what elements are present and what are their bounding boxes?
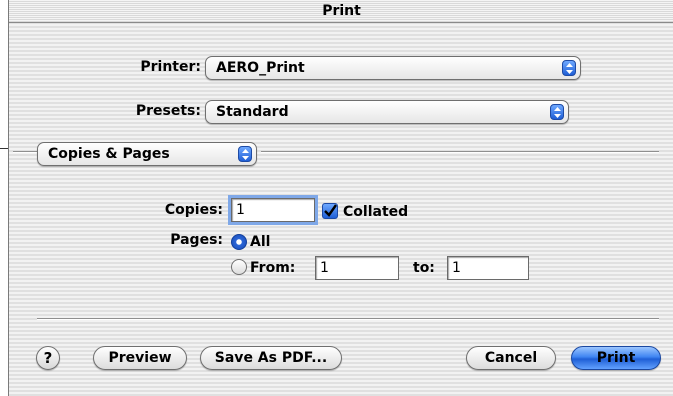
pages-all-radio[interactable] <box>231 234 247 250</box>
presets-label: Presets: <box>135 103 201 119</box>
printer-value: AERO_Print <box>216 60 305 76</box>
copies-field[interactable]: 1 <box>228 195 318 225</box>
window-title: Print <box>322 3 361 19</box>
preview-button[interactable]: Preview <box>93 346 187 370</box>
popup-arrows-icon <box>550 104 564 120</box>
print-dialog: Print Printer: AERO_Print Presets: Stand… <box>8 0 673 396</box>
pages-from-label[interactable]: From: <box>250 260 295 276</box>
printer-popup[interactable]: AERO_Print <box>205 56 581 80</box>
checkmark-icon <box>324 204 337 217</box>
printer-label: Printer: <box>140 59 201 75</box>
save-as-pdf-button[interactable]: Save As PDF... <box>200 346 342 370</box>
collated-checkbox[interactable] <box>322 203 338 219</box>
title-bar[interactable]: Print <box>9 0 673 23</box>
panel-divider-left <box>13 151 37 153</box>
panel-popup[interactable]: Copies & Pages <box>37 142 257 166</box>
pages-to-label: to: <box>413 260 435 276</box>
panel-divider-right <box>261 151 659 153</box>
print-button[interactable]: Print <box>571 346 661 370</box>
presets-value: Standard <box>216 104 289 120</box>
pages-from-radio[interactable] <box>231 259 247 275</box>
presets-popup[interactable]: Standard <box>205 100 569 124</box>
panel-value: Copies & Pages <box>48 146 170 162</box>
copies-label: Copies: <box>164 202 223 218</box>
cancel-button[interactable]: Cancel <box>466 346 556 370</box>
pages-from-field[interactable]: 1 <box>315 256 399 280</box>
pages-all-label[interactable]: All <box>250 234 270 250</box>
help-button[interactable]: ? <box>36 346 60 370</box>
collated-label[interactable]: Collated <box>343 204 408 220</box>
popup-arrows-icon <box>238 146 252 162</box>
popup-arrows-icon <box>562 60 576 76</box>
pages-to-field[interactable]: 1 <box>447 256 529 280</box>
help-icon: ? <box>43 349 53 367</box>
pages-label: Pages: <box>170 232 223 248</box>
bottom-divider <box>37 318 659 320</box>
